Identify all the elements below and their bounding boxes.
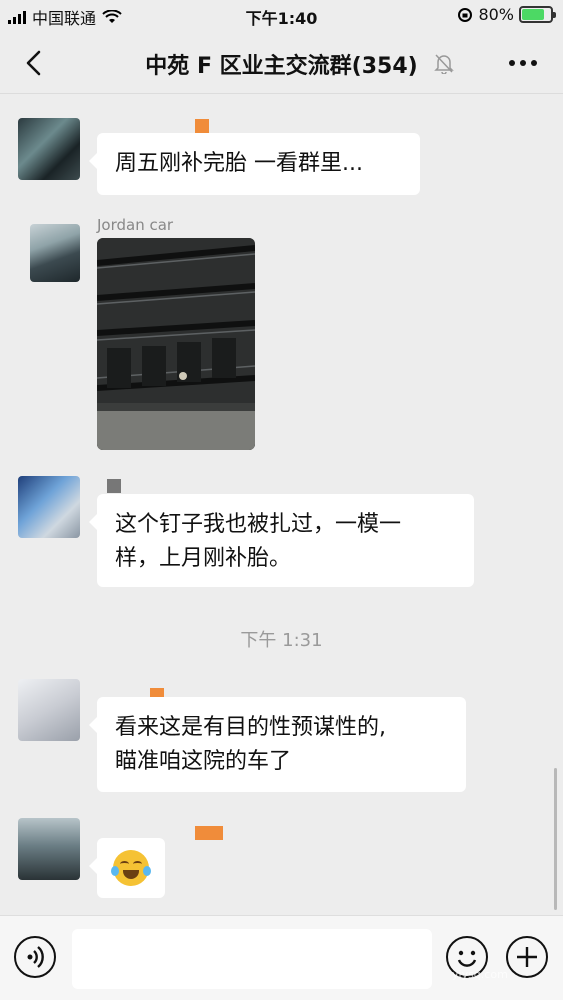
nickname-sticker xyxy=(195,119,209,133)
rotation-lock-icon xyxy=(458,7,473,22)
message-text-line: 瞄准咱这院的车了 xyxy=(115,749,292,774)
watermark: yiysq.com xyxy=(452,968,508,981)
message-bubble[interactable]: 看来这是有目的性预谋性的, 瞄准咱这院的车了 xyxy=(89,697,466,792)
message-text-line: 样，上月刚补胎。 xyxy=(115,546,292,571)
tire-image-icon xyxy=(97,238,255,450)
message-bubble[interactable]: 这个钉子我也被扎过，一模一 样，上月刚补胎。 xyxy=(89,494,474,587)
avatar[interactable] xyxy=(18,679,80,741)
nickname-sticker xyxy=(195,826,223,840)
scrollbar[interactable] xyxy=(554,768,557,910)
avatar[interactable] xyxy=(18,476,80,538)
nickname-sticker xyxy=(107,479,121,493)
avatar[interactable] xyxy=(30,224,80,282)
laughing-crying-emoji-icon xyxy=(111,850,151,886)
battery-icon xyxy=(519,6,556,23)
message-text-line: 看来这是有目的性预谋性的, xyxy=(115,715,386,740)
avatar[interactable] xyxy=(18,818,80,880)
message-timestamp: 下午 1:31 xyxy=(240,630,323,651)
voice-icon xyxy=(27,946,44,968)
tire-photo[interactable] xyxy=(97,238,255,450)
message-input[interactable] xyxy=(72,929,432,989)
input-bar xyxy=(0,915,563,1000)
chat-header: 中苑 F 区业主交流群(354) xyxy=(0,32,563,94)
message-bubble[interactable] xyxy=(89,838,165,898)
status-right: 80% xyxy=(457,5,556,24)
avatar[interactable] xyxy=(18,118,80,180)
message-text-line: 这个钉子我也被扎过，一模一 xyxy=(115,512,402,537)
more-options-button[interactable] xyxy=(509,60,537,66)
plus-icon xyxy=(517,947,537,967)
message-text: 周五刚补完胎 一看群里... xyxy=(115,151,363,176)
message-bubble[interactable]: 周五刚补完胎 一看群里... xyxy=(89,133,420,195)
chat-title: 中苑 F 区业主交流群(354) xyxy=(145,54,418,79)
sender-nickname: Jordan car xyxy=(97,216,174,234)
add-attachment-button[interactable] xyxy=(506,936,548,978)
voice-button[interactable] xyxy=(14,936,56,978)
battery-percent: 80% xyxy=(478,5,514,24)
mute-bell-icon xyxy=(434,54,454,74)
status-bar: 中国联通 下午1:40 80% xyxy=(0,0,563,32)
